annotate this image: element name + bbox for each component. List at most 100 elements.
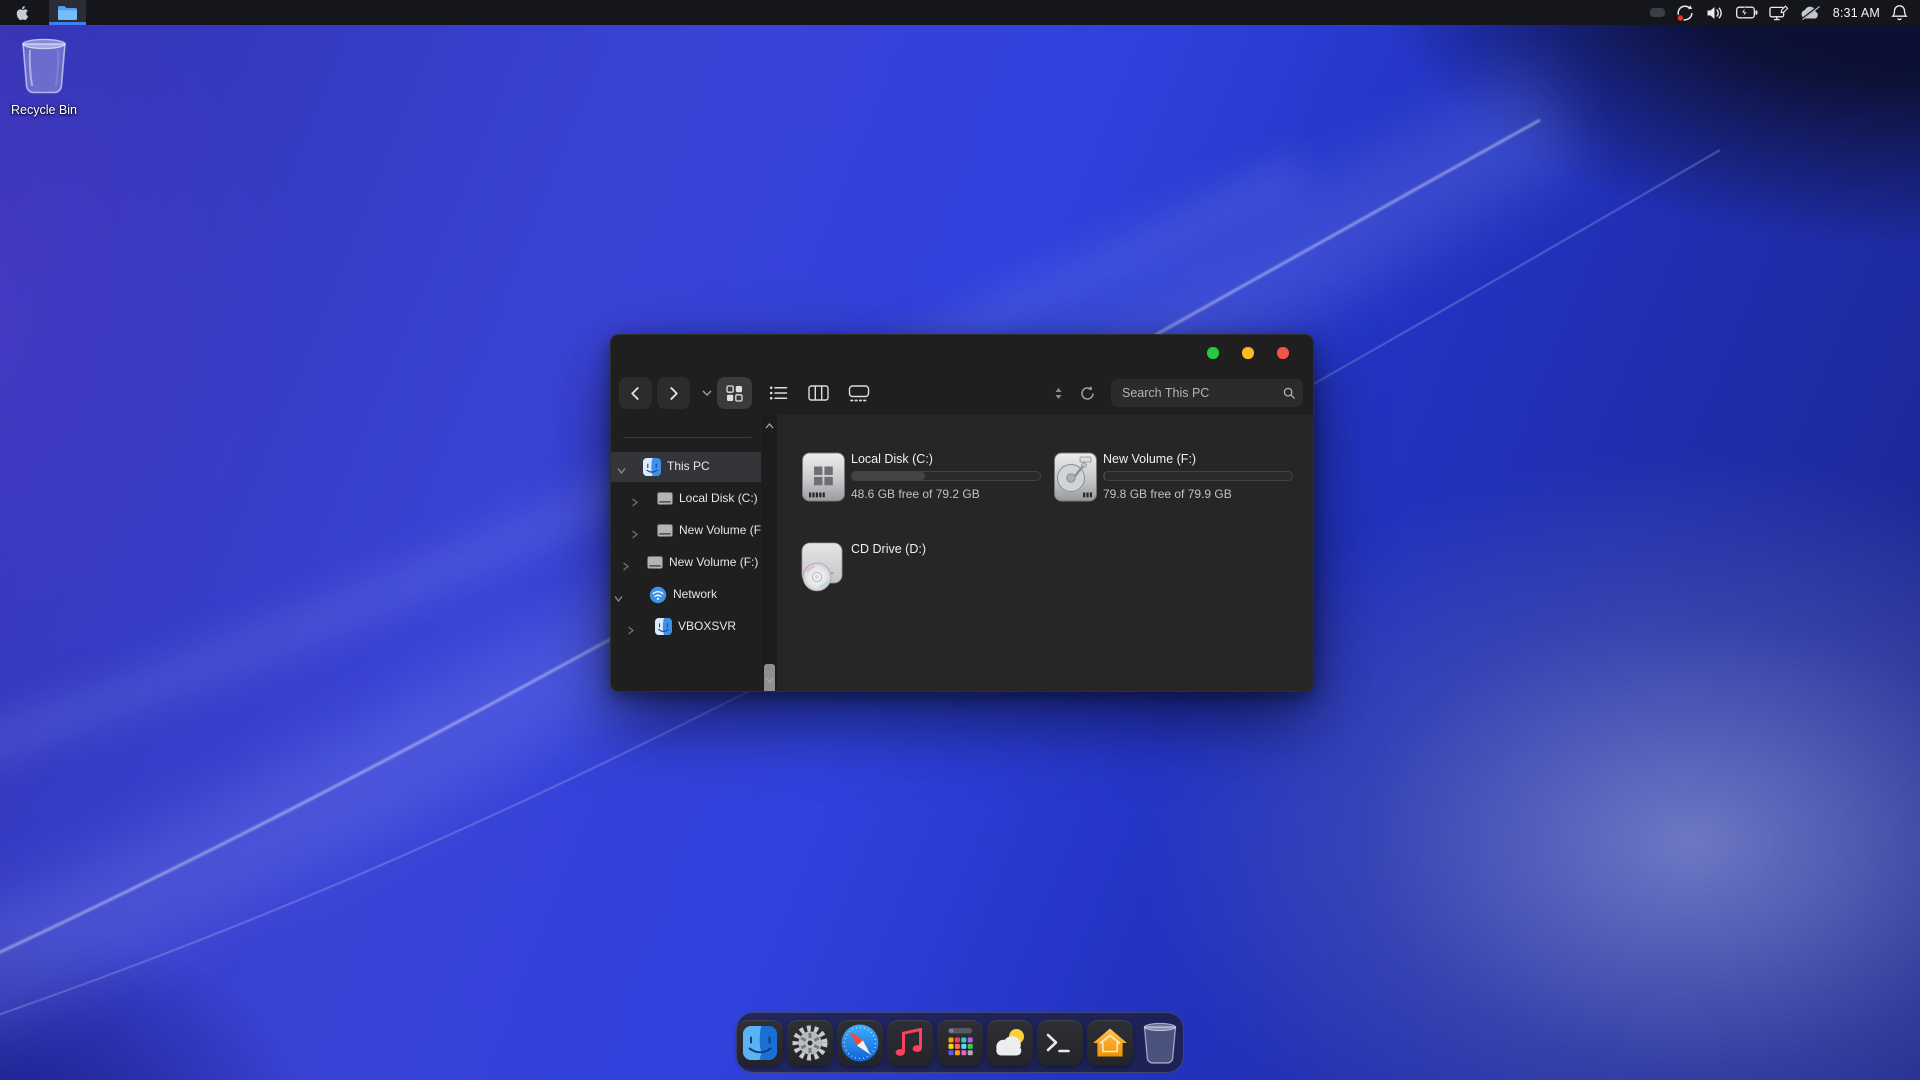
chevron-down-icon bbox=[702, 390, 712, 397]
taskbar-active-app-file-explorer[interactable] bbox=[49, 0, 86, 25]
dock-finder[interactable] bbox=[737, 1019, 784, 1066]
content-view-button[interactable] bbox=[841, 377, 876, 409]
screen: 8:31 AM Recycle Bin bbox=[0, 0, 1920, 1080]
chevron-right-icon[interactable] bbox=[627, 622, 635, 640]
grid-view-icon bbox=[725, 384, 744, 403]
drive-name: CD Drive (D:) bbox=[851, 542, 926, 556]
hdd-windows-icon bbox=[801, 452, 846, 507]
search-box[interactable] bbox=[1111, 379, 1303, 407]
navigation-pane: This PC Local Disk (C:) New Volume (F:) bbox=[611, 415, 761, 691]
scroll-up-icon[interactable] bbox=[762, 419, 777, 433]
forward-button[interactable] bbox=[657, 377, 690, 409]
list-view-icon bbox=[769, 385, 788, 401]
trash-glass-icon bbox=[16, 34, 72, 96]
dock-safari[interactable] bbox=[837, 1019, 884, 1066]
history-dropdown-button[interactable] bbox=[697, 377, 717, 409]
scroll-down-icon[interactable] bbox=[762, 673, 777, 687]
chevron-left-icon bbox=[629, 387, 642, 400]
drive-capacity-text: 79.8 GB free of 79.9 GB bbox=[1103, 487, 1232, 501]
hard-drive-icon bbox=[657, 492, 673, 510]
capacity-bar bbox=[1103, 471, 1293, 481]
chevron-down-icon[interactable] bbox=[617, 462, 626, 480]
list-view-button[interactable] bbox=[761, 377, 796, 409]
finder-face-icon bbox=[643, 458, 661, 481]
launchpad-icon bbox=[937, 1020, 983, 1066]
dock-settings[interactable] bbox=[787, 1019, 834, 1066]
sidebar-item-label: New Volume (F:) bbox=[679, 523, 761, 537]
volume-icon[interactable] bbox=[1706, 5, 1725, 21]
dock-music[interactable] bbox=[887, 1019, 934, 1066]
chevron-right-icon bbox=[667, 387, 680, 400]
chevron-right-icon[interactable] bbox=[622, 558, 630, 576]
cloud-offline-icon[interactable] bbox=[1800, 5, 1822, 20]
finder-icon bbox=[737, 1020, 783, 1066]
grid-view-button[interactable] bbox=[717, 377, 752, 409]
sidebar-scrollbar[interactable] bbox=[762, 415, 777, 691]
search-icon bbox=[1283, 386, 1295, 400]
finder-face-icon bbox=[655, 618, 672, 640]
back-button[interactable] bbox=[619, 377, 652, 409]
chevron-right-icon[interactable] bbox=[631, 494, 639, 512]
sidebar-item-label: This PC bbox=[667, 459, 710, 473]
trash-icon bbox=[1140, 1020, 1180, 1066]
sidebar-item-label: Network bbox=[673, 587, 717, 601]
sidebar-item-label: Local Disk (C:) bbox=[679, 491, 758, 505]
maximize-button[interactable] bbox=[1242, 347, 1254, 359]
settings-gear-icon bbox=[787, 1020, 833, 1066]
sort-arrows-icon bbox=[1054, 387, 1063, 400]
sidebar-item-vboxsvr[interactable]: VBOXSVR bbox=[611, 612, 761, 642]
menu-bar: 8:31 AM bbox=[0, 0, 1920, 25]
drive-local-disk-c[interactable]: Local Disk (C:) 48.6 GB free of 79.2 GB bbox=[801, 452, 1051, 512]
drives-panel: Local Disk (C:) 48.6 GB free of 79.2 GB bbox=[777, 415, 1313, 691]
content-view-icon bbox=[848, 385, 870, 402]
network-globe-icon bbox=[649, 586, 667, 609]
terminal-icon bbox=[1037, 1020, 1083, 1066]
home-icon bbox=[1087, 1020, 1133, 1066]
display-pen-icon[interactable] bbox=[1769, 5, 1789, 21]
dock bbox=[736, 1012, 1184, 1073]
apple-menu-icon[interactable] bbox=[14, 4, 29, 22]
battery-icon[interactable] bbox=[1736, 6, 1758, 19]
sync-icon[interactable] bbox=[1676, 4, 1695, 22]
columns-view-button[interactable] bbox=[801, 377, 836, 409]
clock[interactable]: 8:31 AM bbox=[1833, 6, 1880, 20]
minimize-button[interactable] bbox=[1207, 347, 1219, 359]
file-explorer-window[interactable]: This PC Local Disk (C:) New Volume (F:) bbox=[610, 334, 1314, 692]
recycle-bin-label: Recycle Bin bbox=[6, 103, 82, 117]
sort-button[interactable] bbox=[1049, 377, 1067, 409]
drive-name: Local Disk (C:) bbox=[851, 452, 933, 466]
close-button[interactable] bbox=[1277, 347, 1289, 359]
hdd-platter-icon bbox=[1053, 452, 1098, 507]
active-app-indicator bbox=[49, 22, 86, 25]
dock-launchpad[interactable] bbox=[937, 1019, 984, 1066]
weather-icon bbox=[987, 1020, 1033, 1066]
columns-view-icon bbox=[808, 385, 829, 401]
refresh-icon bbox=[1079, 385, 1096, 402]
bell-icon[interactable] bbox=[1891, 4, 1908, 21]
drive-new-volume-f[interactable]: New Volume (F:) 79.8 GB free of 79.9 GB bbox=[1053, 452, 1303, 512]
sidebar-item-label: New Volume (F:) bbox=[669, 555, 758, 569]
hard-drive-icon bbox=[657, 524, 673, 542]
chevron-down-icon[interactable] bbox=[614, 590, 623, 608]
safari-icon bbox=[837, 1020, 883, 1066]
chevron-right-icon[interactable] bbox=[631, 526, 639, 544]
sidebar-item-local-disk-c[interactable]: Local Disk (C:) bbox=[611, 484, 761, 514]
hidden-tray-icon[interactable] bbox=[1650, 8, 1665, 17]
dock-terminal[interactable] bbox=[1036, 1019, 1083, 1066]
drive-name: New Volume (F:) bbox=[1103, 452, 1196, 466]
dock-weather[interactable] bbox=[986, 1019, 1033, 1066]
sidebar-item-network[interactable]: Network bbox=[611, 580, 761, 610]
dock-trash[interactable] bbox=[1136, 1019, 1183, 1066]
sidebar-item-new-volume-child[interactable]: New Volume (F:) bbox=[611, 516, 761, 546]
drive-cd-d[interactable]: CD Drive (D:) bbox=[801, 542, 1051, 602]
capacity-bar bbox=[851, 471, 1041, 481]
search-input[interactable] bbox=[1122, 386, 1283, 400]
refresh-button[interactable] bbox=[1073, 377, 1101, 409]
folder-icon bbox=[57, 5, 78, 21]
recycle-bin[interactable]: Recycle Bin bbox=[6, 34, 82, 117]
sidebar-item-new-volume-f[interactable]: New Volume (F:) bbox=[611, 548, 761, 578]
sidebar-item-this-pc[interactable]: This PC bbox=[611, 452, 761, 482]
sidebar-item-label: VBOXSVR bbox=[678, 619, 736, 633]
music-icon bbox=[887, 1020, 933, 1066]
dock-home[interactable] bbox=[1086, 1019, 1133, 1066]
